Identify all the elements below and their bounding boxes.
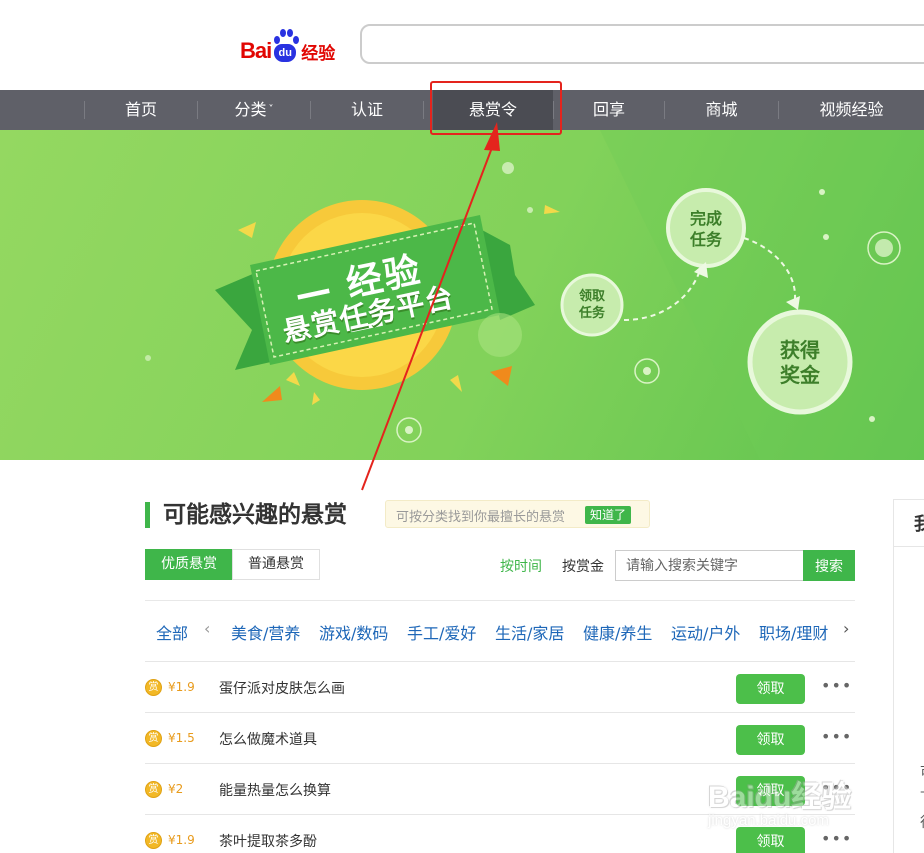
claim-button[interactable]: 领取: [736, 725, 805, 755]
top-search-input[interactable]: [360, 24, 924, 64]
tip-text: 可按分类找到你最擅长的悬赏: [396, 510, 566, 525]
side-panel: 我 可 — 行: [893, 499, 924, 853]
category-item[interactable]: 运动/户外: [671, 620, 740, 644]
tab-normal-bounty[interactable]: 普通悬赏: [232, 549, 320, 580]
step-receive-task: 领取 任务: [578, 289, 605, 321]
bounty-row[interactable]: 赏 ¥1.5 怎么做魔术道具 领取 •••: [145, 712, 855, 763]
divider: [894, 546, 924, 547]
bounty-price: ¥1.9: [168, 680, 195, 694]
chevron-right-icon[interactable]: ›: [843, 619, 849, 638]
category-item[interactable]: 生活/家居: [495, 620, 564, 644]
watermark-url: jingyan.baidu.com: [708, 812, 829, 829]
nav-item-mall[interactable]: 商城: [665, 90, 778, 130]
nav-item-category[interactable]: 分类 ˅: [198, 90, 310, 130]
side-text: —: [920, 784, 924, 800]
category-item[interactable]: 职场/理财: [759, 620, 828, 644]
nav-label: 分类: [234, 100, 267, 119]
bounty-title[interactable]: 茶叶提取茶多酚: [219, 831, 317, 851]
logo-text-du: du: [274, 44, 297, 62]
nav-item-home[interactable]: 首页: [85, 90, 197, 130]
side-text: 可: [920, 762, 924, 782]
tab-quality-bounty[interactable]: 优质悬赏: [145, 549, 233, 580]
header: Bai du 经验: [0, 0, 924, 90]
coin-icon: 赏: [145, 730, 162, 747]
sort-by-time[interactable]: 按时间: [500, 556, 542, 576]
more-icon[interactable]: •••: [821, 676, 852, 695]
nav-divider: [423, 101, 424, 119]
divider: [145, 600, 855, 601]
nav-item-video[interactable]: 视频经验: [779, 90, 924, 130]
search-button[interactable]: 搜索: [803, 550, 855, 581]
category-item[interactable]: 手工/爱好: [407, 620, 476, 644]
category-item[interactable]: 美食/营养: [231, 620, 300, 644]
bounty-price: ¥2: [168, 782, 184, 796]
coin-icon: 赏: [145, 679, 162, 696]
section-accent-bar: [145, 502, 150, 528]
nav-item-share[interactable]: 回享: [554, 90, 664, 130]
category-all[interactable]: 全部: [156, 620, 188, 644]
nav-item-certification[interactable]: 认证: [311, 90, 423, 130]
baidu-jingyan-logo[interactable]: Bai du 经验: [240, 26, 350, 64]
bounty-price: ¥1.9: [168, 833, 195, 847]
category-item[interactable]: 健康/养生: [583, 620, 652, 644]
side-panel-title: 我: [914, 514, 924, 535]
nav-label: 认证: [350, 100, 383, 119]
category-tip: 可按分类找到你最擅长的悬赏 知道了: [385, 500, 650, 528]
section-title: 可能感兴趣的悬赏: [163, 502, 347, 528]
baidu-jingyan-watermark: Baidu经验 jingyan.baidu.com: [700, 760, 880, 850]
step-complete-task: 完成 任务: [689, 209, 722, 249]
highlight-box: [430, 81, 562, 135]
bounty-title[interactable]: 怎么做魔术道具: [219, 729, 317, 749]
nav-label: 回享: [592, 100, 625, 119]
watermark-logo: Baidu经验: [708, 781, 852, 814]
more-icon[interactable]: •••: [821, 727, 852, 746]
nav-label: 首页: [124, 100, 157, 119]
coin-icon: 赏: [145, 832, 162, 849]
paw-icon: du: [272, 28, 300, 64]
bounty-title[interactable]: 能量热量怎么换算: [219, 780, 331, 800]
logo-text-jingyan: 经验: [301, 44, 336, 64]
tip-dismiss-button[interactable]: 知道了: [585, 506, 631, 524]
logo-text-bai: Bai: [240, 38, 272, 63]
nav-label: 视频经验: [819, 100, 884, 119]
chevron-down-icon: ˅: [268, 104, 274, 115]
step-get-reward: 获得 奖金: [780, 338, 820, 387]
coin-icon: 赏: [145, 781, 162, 798]
side-text: 行: [920, 812, 924, 832]
bounty-search-input[interactable]: [615, 550, 805, 581]
sort-by-bounty[interactable]: 按赏金: [562, 556, 604, 576]
bounty-title[interactable]: 蛋仔派对皮肤怎么画: [219, 678, 345, 698]
chevron-left-icon[interactable]: ‹: [204, 619, 210, 638]
bounty-banner[interactable]: — 经验 — 悬赏任务平台 领取 任务 完成 任务 获得 奖金: [0, 130, 924, 460]
nav-label: 商城: [705, 100, 738, 119]
category-item[interactable]: 游戏/数码: [319, 620, 388, 644]
bounty-row[interactable]: 赏 ¥1.9 蛋仔派对皮肤怎么画 领取 •••: [145, 661, 855, 712]
claim-button[interactable]: 领取: [736, 674, 805, 704]
bounty-price: ¥1.5: [168, 731, 195, 745]
